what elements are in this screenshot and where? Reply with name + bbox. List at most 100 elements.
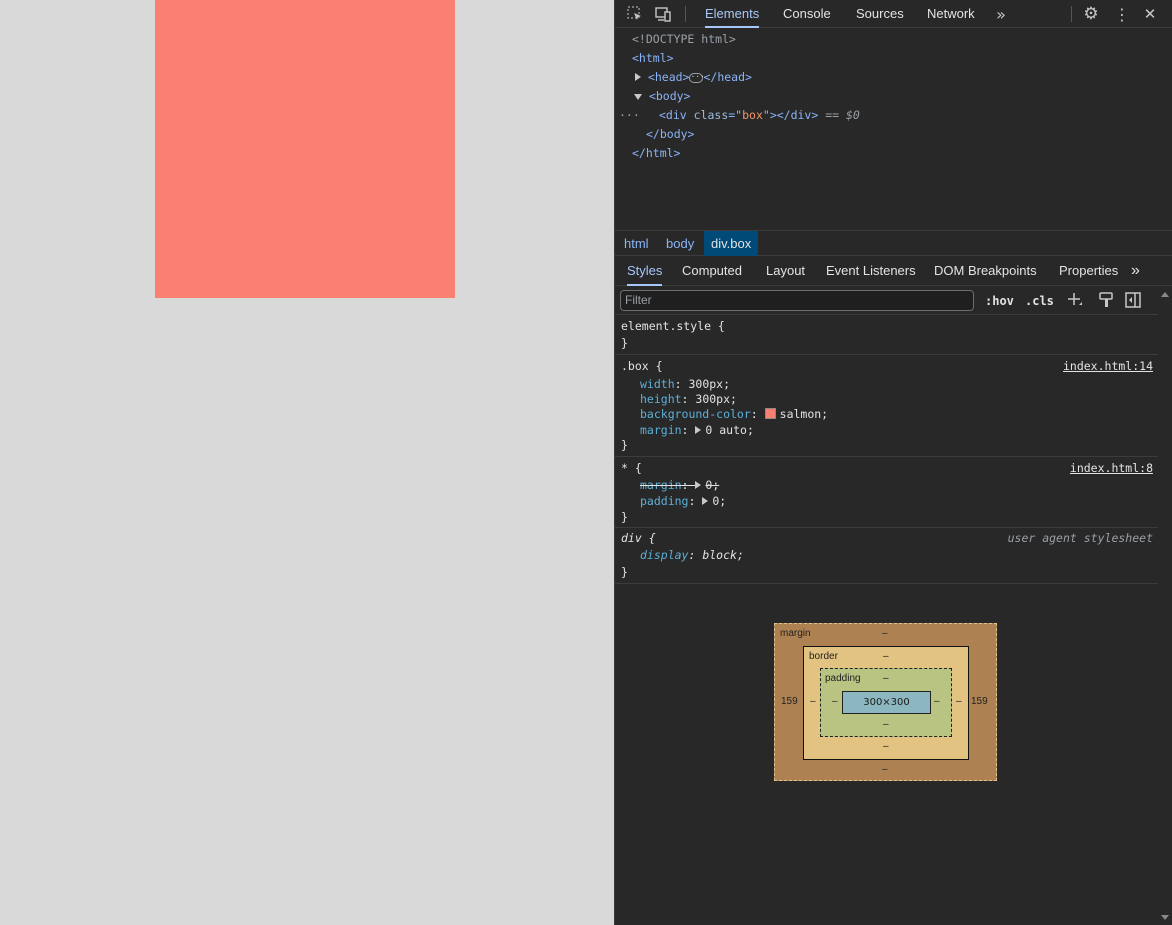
close-icon[interactable]: ✕ [1140,4,1160,24]
element-style-selector[interactable]: element.style { [621,319,725,334]
node-actions-dots-icon[interactable]: ··· [619,106,640,125]
styles-scrollbar[interactable] [1158,287,1172,925]
scroll-down-arrow-icon[interactable] [1161,915,1169,920]
new-style-rule-icon[interactable] [1066,291,1084,309]
property-value: 300px; [695,392,737,406]
margin-right-value[interactable]: 159 [971,696,988,707]
breadcrumb-body[interactable]: body [659,231,701,256]
box-selector[interactable]: .box { [621,359,663,374]
border-left-value[interactable]: – [810,696,816,707]
universal-rule: * { index.html:8 margin: 0; padding: 0; … [615,457,1159,528]
border-bottom-value[interactable]: – [883,741,889,752]
devtools-toolbar: Elements Console Sources Network » ⚙ ⋮ ✕ [615,0,1172,28]
box-model-padding[interactable]: padding – – – – 300×300 [820,668,952,737]
box-model-content[interactable]: 300×300 [842,691,931,714]
doctype-node[interactable]: <!DOCTYPE html> [632,30,736,49]
style-property[interactable]: height: 300px; [640,392,737,407]
expand-triangle-icon[interactable] [635,73,641,81]
tab-sources[interactable]: Sources [856,0,904,28]
margin-label: margin [780,628,811,639]
div-close-tag: "></div> [762,108,819,122]
tab-network[interactable]: Network [927,0,975,28]
inspect-element-icon[interactable] [625,4,645,24]
selected-dollar-ref: == $0 [818,108,860,122]
property-name: height [640,392,682,406]
box-model-margin[interactable]: margin – – 159 159 border – – – – paddin… [774,623,997,781]
border-top-value[interactable]: – [883,651,889,662]
cls-toggle-button[interactable]: .cls [1025,292,1054,310]
tab-event-listeners[interactable]: Event Listeners [826,257,916,286]
property-name: background-color [640,407,751,421]
padding-right-value[interactable]: – [934,696,940,707]
kebab-menu-icon[interactable]: ⋮ [1112,4,1132,24]
tab-computed[interactable]: Computed [682,257,742,286]
border-right-value[interactable]: – [956,696,962,707]
styles-filter-input[interactable]: Filter [620,290,974,311]
box-rule-source-link[interactable]: index.html:14 [1063,359,1153,374]
property-value: 0; [712,494,727,508]
div-open-tag: <div [659,108,694,122]
margin-top-value[interactable]: – [882,628,888,639]
color-swatch-icon[interactable] [764,408,776,419]
body-open-tag: <body> [648,89,691,103]
universal-selector[interactable]: * { [621,461,642,476]
expand-shorthand-icon[interactable] [702,497,709,505]
closing-brace: } [621,336,628,350]
div-box-node[interactable]: <div class="box"></div> == $0 [659,106,860,125]
style-property[interactable]: background-color: salmon; [640,407,828,422]
settings-gear-icon[interactable]: ⚙ [1081,4,1101,24]
box-model-border[interactable]: border – – – – padding – – – – 300×300 [803,646,969,760]
overridden-style-property[interactable]: margin: 0; [640,478,719,493]
body-close-node[interactable]: </body> [646,125,694,144]
tab-layout[interactable]: Layout [766,257,805,286]
collapse-triangle-icon[interactable] [634,94,642,100]
property-value: 300px; [688,377,731,391]
head-node[interactable]: <head>···</head> [635,68,752,87]
style-property[interactable]: padding: 0; [640,494,726,509]
expand-shorthand-icon[interactable] [695,426,702,434]
tab-styles[interactable]: Styles [627,257,663,286]
body-node[interactable]: <body> [634,87,690,106]
margin-left-value[interactable]: 159 [781,696,798,707]
tab-properties[interactable]: Properties [1059,257,1118,286]
box-rule: .box { index.html:14 width: 300px; heigh… [615,355,1159,457]
head-open-tag: <head> [647,70,690,84]
head-close-tag: </head> [703,70,752,84]
breadcrumb-div-box[interactable]: div.box [704,231,759,256]
tab-elements[interactable]: Elements [705,0,760,28]
tab-console[interactable]: Console [783,0,831,28]
more-tabs-icon[interactable]: » [991,4,1011,24]
page-viewport [0,0,614,925]
collapsed-ellipsis-icon[interactable]: ··· [689,72,705,83]
padding-label: padding [825,673,861,684]
expand-shorthand-icon[interactable] [695,481,702,489]
toolbar-separator [685,6,686,22]
style-property[interactable]: width: 300px; [640,377,730,392]
div-selector[interactable]: div { [621,531,656,546]
property-name: width [640,377,675,391]
salmon-box[interactable] [155,0,455,298]
html-close-node[interactable]: </html> [632,144,680,163]
scroll-up-arrow-icon[interactable] [1161,292,1169,297]
attr-name: class [693,108,729,122]
property-value: salmon; [779,407,829,421]
margin-bottom-value[interactable]: – [882,764,888,775]
html-node[interactable]: <html> [632,49,674,68]
universal-rule-source-link[interactable]: index.html:8 [1070,461,1153,476]
paint-brush-icon[interactable] [1097,291,1115,309]
toggle-sidebar-icon[interactable] [1124,291,1142,309]
closing-brace: } [621,565,628,579]
breadcrumb-html[interactable]: html [617,231,656,256]
padding-left-value[interactable]: – [832,696,838,707]
more-sidebar-tabs-icon[interactable]: » [1131,257,1140,286]
padding-bottom-value[interactable]: – [883,719,889,730]
property-name: margin [640,478,682,492]
style-property[interactable]: display: block; [640,548,744,563]
padding-top-value[interactable]: – [883,673,889,684]
hov-toggle-button[interactable]: :hov [985,292,1014,310]
style-property[interactable]: margin: 0 auto; [640,423,754,438]
device-toolbar-icon[interactable] [653,4,673,24]
border-label: border [809,651,838,662]
tab-dom-breakpoints[interactable]: DOM Breakpoints [934,257,1037,286]
element-style-rule: element.style { } [615,316,1159,355]
